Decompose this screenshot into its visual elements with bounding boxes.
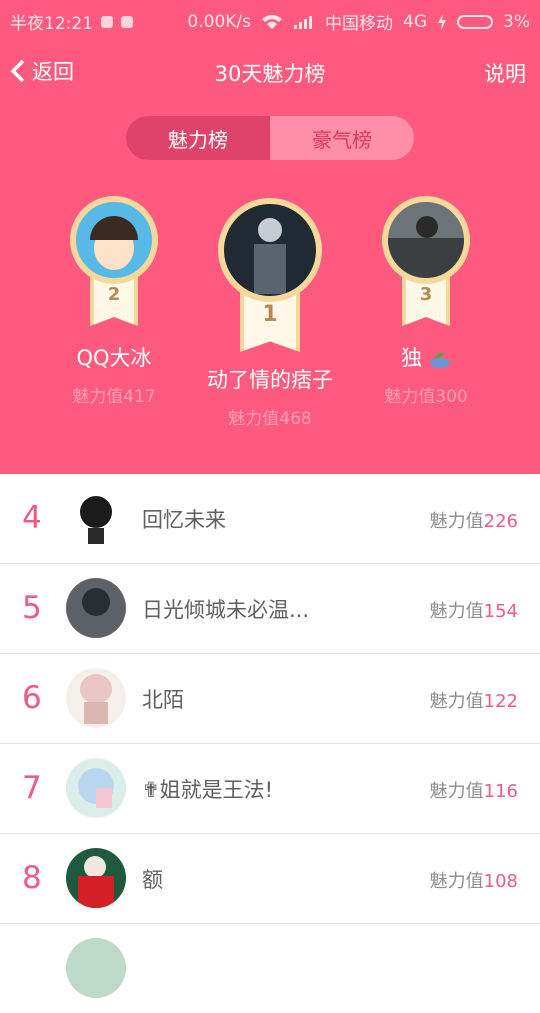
podium-rank-1[interactable]: 1 动了情的痞子 魅力值468 [190, 196, 350, 429]
battery-icon [457, 14, 494, 29]
charm-value: 魅力值226 [430, 507, 518, 533]
charm-label: 魅力值 [429, 691, 484, 712]
avatar [66, 758, 126, 818]
rank-number: 2 [107, 283, 121, 305]
avatar [382, 196, 470, 284]
user-name: ✟姐就是王法! [142, 778, 274, 802]
info-button[interactable]: 说明 [484, 58, 526, 88]
tab-rich[interactable]: 豪气榜 [270, 116, 414, 160]
rank-number: 6 [22, 680, 42, 716]
rank-number: 1 [262, 301, 278, 327]
podium-name: 动了情的痞子 [207, 368, 333, 392]
carrier-name: 中国移动 [325, 14, 394, 34]
avatar [218, 198, 322, 302]
signal-icon [294, 15, 313, 29]
user-name: 回忆未来 [142, 508, 226, 532]
network-type: 4G [403, 11, 428, 32]
rank-number: 3 [419, 283, 433, 305]
list-item[interactable]: 4 回忆未来 魅力值226 [0, 474, 540, 564]
rank-number: 8 [22, 860, 42, 896]
ranking-tabs: 魅力榜 豪气榜 [126, 116, 414, 160]
charm-value: 魅力值122 [430, 687, 518, 713]
rank-number: 5 [22, 590, 42, 626]
avatar [66, 938, 126, 998]
avatar [70, 196, 158, 284]
avatar [66, 668, 126, 728]
avatar [66, 848, 126, 908]
user-name: 北陌 [142, 688, 184, 712]
podium-name: QQ大冰 [76, 346, 152, 370]
avatar [66, 578, 126, 638]
user-name: 额 [142, 868, 163, 892]
user-name: 日光倾城未必温... [142, 598, 310, 622]
rank-number: 4 [22, 500, 42, 536]
avatar [66, 488, 126, 548]
charm-value: 魅力值108 [430, 867, 518, 893]
status-time: 半夜12:21 [10, 14, 93, 34]
charm-number: 116 [483, 781, 518, 802]
tab-charm[interactable]: 魅力榜 [126, 116, 270, 160]
charm-label: 魅力值 [429, 871, 484, 892]
battery-level: 3% [503, 11, 530, 32]
network-speed: 0.00K/s [187, 11, 252, 32]
charm-label: 魅力值 [429, 601, 484, 622]
list-item[interactable] [0, 924, 540, 1013]
podium-charm-value: 魅力值417 [72, 387, 156, 407]
list-item[interactable]: 7 ✟姐就是王法! 魅力值116 [0, 744, 540, 834]
list-item[interactable]: 5 日光倾城未必温... 魅力值154 [0, 564, 540, 654]
ranking-list: 4 回忆未来 魅力值226 5 日光倾城未必温... 魅力值154 6 北陌 魅… [0, 474, 540, 1013]
podium-name-text: 独 [401, 346, 423, 370]
app-notification-icon [121, 15, 133, 28]
charm-label: 魅力值 [429, 511, 484, 532]
podium-name: 独 [366, 342, 486, 372]
podium-charm-value: 魅力值468 [228, 409, 312, 429]
list-item[interactable]: 8 额 魅力值108 [0, 834, 540, 924]
wechat-icon [101, 15, 113, 28]
ranking-hero: 半夜12:21 0.00K/s 中国移动 4G 3% 返回 30天魅力榜 说明 … [0, 0, 540, 474]
tea-cup-icon [429, 352, 450, 368]
charm-number: 122 [483, 691, 518, 712]
charm-number: 154 [483, 601, 518, 622]
podium-rank-2[interactable]: 2 QQ大冰 魅力值417 [54, 196, 174, 407]
charm-number: 226 [483, 511, 518, 532]
rank-number: 7 [22, 770, 42, 806]
charm-value: 魅力值116 [430, 777, 518, 803]
charging-icon [438, 13, 447, 30]
charm-label: 魅力值 [429, 781, 484, 802]
page-title: 30天魅力榜 [214, 62, 326, 86]
nav-bar: 返回 30天魅力榜 说明 [0, 48, 540, 94]
podium-rank-3[interactable]: 3 独 魅力值300 [366, 196, 486, 407]
podium-charm-value: 魅力值300 [384, 387, 468, 407]
wifi-icon [262, 14, 283, 29]
status-bar: 半夜12:21 0.00K/s 中国移动 4G 3% [0, 0, 540, 38]
charm-value: 魅力值154 [430, 597, 518, 623]
list-item[interactable]: 6 北陌 魅力值122 [0, 654, 540, 744]
charm-number: 108 [483, 871, 518, 892]
